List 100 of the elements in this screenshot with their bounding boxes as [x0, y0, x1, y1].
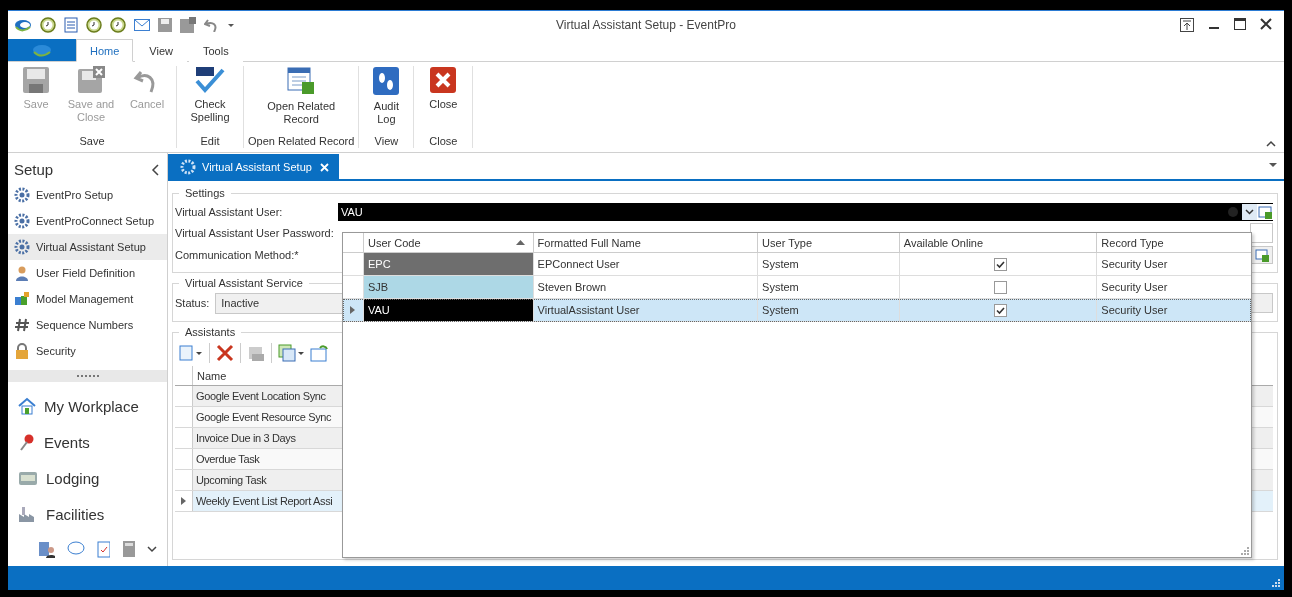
field-label: Virtual Assistant User Password:	[175, 227, 335, 239]
more-chevron-icon[interactable]	[147, 545, 157, 553]
navigation-item[interactable]: My Workplace	[8, 388, 167, 424]
table-row[interactable]: EPC EPConnect User System Security User	[343, 253, 1251, 276]
gear-icon	[14, 213, 30, 229]
checkbox[interactable]	[993, 280, 1007, 294]
bed-icon	[18, 469, 38, 487]
table-cell: EPConnect User	[532, 253, 758, 275]
column-header: Name	[196, 368, 228, 384]
navigation-item[interactable]: Lodging	[8, 460, 167, 496]
ribbon-button[interactable]: Close	[418, 66, 469, 135]
checkbox[interactable]	[993, 257, 1007, 271]
hash-icon	[14, 317, 30, 333]
window-title: Virtual Assistant Setup - EventPro	[556, 18, 736, 32]
sidebar-item[interactable]: Model Management	[8, 286, 167, 312]
checkbox[interactable]	[993, 303, 1007, 317]
lookup-icon[interactable]	[1257, 203, 1273, 220]
resize-grip-icon[interactable]	[1241, 547, 1249, 555]
app-logo-icon[interactable]	[14, 18, 32, 32]
close-icon[interactable]	[1260, 18, 1272, 30]
refresh-window-icon[interactable]	[310, 344, 328, 362]
pin-window-icon[interactable]	[1180, 18, 1194, 32]
clock-icon[interactable]	[110, 17, 126, 33]
column-header[interactable]: User Code	[362, 233, 533, 252]
document-icon[interactable]	[64, 17, 78, 33]
ribbon-group-label: View	[374, 135, 399, 148]
blocks-icon	[14, 291, 30, 307]
column-header[interactable]: Available Online	[898, 233, 1097, 252]
new-dropdown-icon[interactable]	[179, 344, 203, 362]
collapse-ribbon-icon[interactable]	[1266, 140, 1276, 147]
table-cell: Security User	[1096, 253, 1251, 275]
ribbon-button[interactable]: Open Related Record	[249, 66, 354, 135]
field-label: Communication Method:*	[175, 249, 300, 261]
table-cell: System	[757, 253, 899, 275]
close-icon	[429, 66, 458, 94]
ribbon-tab[interactable]: Home	[76, 39, 134, 62]
password-field[interactable]	[1250, 223, 1273, 243]
spell-check-icon	[194, 66, 226, 94]
row-indicator-icon	[181, 497, 186, 505]
undo-icon[interactable]	[204, 18, 218, 32]
field-label: Status:	[175, 297, 210, 309]
document-tab[interactable]: Virtual Assistant Setup	[168, 154, 339, 179]
lookup-button[interactable]	[1251, 246, 1273, 264]
gear-icon	[180, 158, 196, 175]
sidebar-item[interactable]: User Field Definition	[8, 260, 167, 286]
group-title: Virtual Assistant Service	[184, 277, 304, 289]
navigation-item[interactable]: Events	[8, 424, 167, 460]
column-header[interactable]: Formatted Full Name	[532, 233, 758, 252]
print-icon[interactable]	[247, 344, 265, 362]
table-cell: VAU	[362, 299, 533, 321]
group-title: Settings	[184, 187, 226, 199]
gear-icon	[14, 187, 30, 203]
group-title: Assistants	[184, 326, 237, 338]
user-combobox[interactable]: VAU	[338, 202, 1273, 221]
tab-list-caret-icon[interactable]	[1268, 161, 1278, 169]
footprints-icon	[372, 66, 401, 96]
sidebar-item[interactable]: EventProConnect Setup	[8, 208, 167, 234]
ribbon-button[interactable]: Check Spelling	[181, 66, 239, 135]
service-button[interactable]	[1251, 293, 1273, 313]
table-cell: SJB	[362, 276, 533, 298]
maximize-icon[interactable]	[1234, 18, 1246, 30]
sidebar-item[interactable]: EventPro Setup	[8, 182, 167, 208]
row-indicator-icon	[350, 306, 356, 314]
sidebar-item[interactable]: Security	[8, 338, 167, 364]
clipboard-icon[interactable]	[96, 540, 110, 558]
mail-icon[interactable]	[134, 19, 150, 31]
table-row[interactable]: VAU VirtualAssistant User System Security User	[343, 299, 1251, 322]
navigation-item[interactable]: Facilities	[8, 496, 167, 532]
table-cell: VirtualAssistant User	[532, 299, 758, 321]
table-cell: Security User	[1096, 299, 1251, 321]
user-icon	[14, 265, 30, 281]
ribbon-group-label: Close	[429, 135, 458, 148]
delete-icon[interactable]	[216, 344, 234, 362]
ribbon-group-label: Open Related Record	[248, 135, 355, 148]
chat-bubble-icon[interactable]	[67, 541, 85, 557]
ribbon-group-label: Edit	[200, 135, 220, 148]
field-label: Virtual Assistant User:	[175, 205, 284, 218]
gear-icon	[14, 239, 30, 255]
sidebar-item[interactable]: Virtual Assistant Setup	[8, 234, 167, 260]
sidebar-item[interactable]: Sequence Numbers	[8, 312, 167, 338]
record-icon	[286, 66, 317, 96]
padlock-icon	[14, 343, 30, 359]
house-icon	[18, 397, 36, 415]
ribbon-button[interactable]: Audit Log	[363, 66, 410, 135]
table-cell: Security User	[1096, 276, 1251, 298]
sidebar-title: Setup	[14, 161, 54, 178]
table-cell: System	[757, 276, 899, 298]
grip-dots-icon	[75, 374, 100, 378]
column-header[interactable]: Record Type	[1096, 233, 1251, 252]
column-header[interactable]: User Type	[757, 233, 899, 252]
table-row[interactable]: SJB Steven Brown System Security User	[343, 276, 1251, 299]
contacts-icon[interactable]	[38, 540, 56, 558]
clock-icon[interactable]	[40, 17, 56, 33]
sort-arrow-icon	[515, 240, 525, 245]
layout-dropdown-icon[interactable]	[278, 344, 304, 362]
logo	[31, 43, 53, 57]
clock-icon[interactable]	[86, 17, 102, 33]
resize-grip-icon[interactable]	[1272, 579, 1280, 587]
collapse-sidebar-icon[interactable]	[151, 163, 159, 176]
calculator-icon[interactable]	[121, 540, 136, 558]
